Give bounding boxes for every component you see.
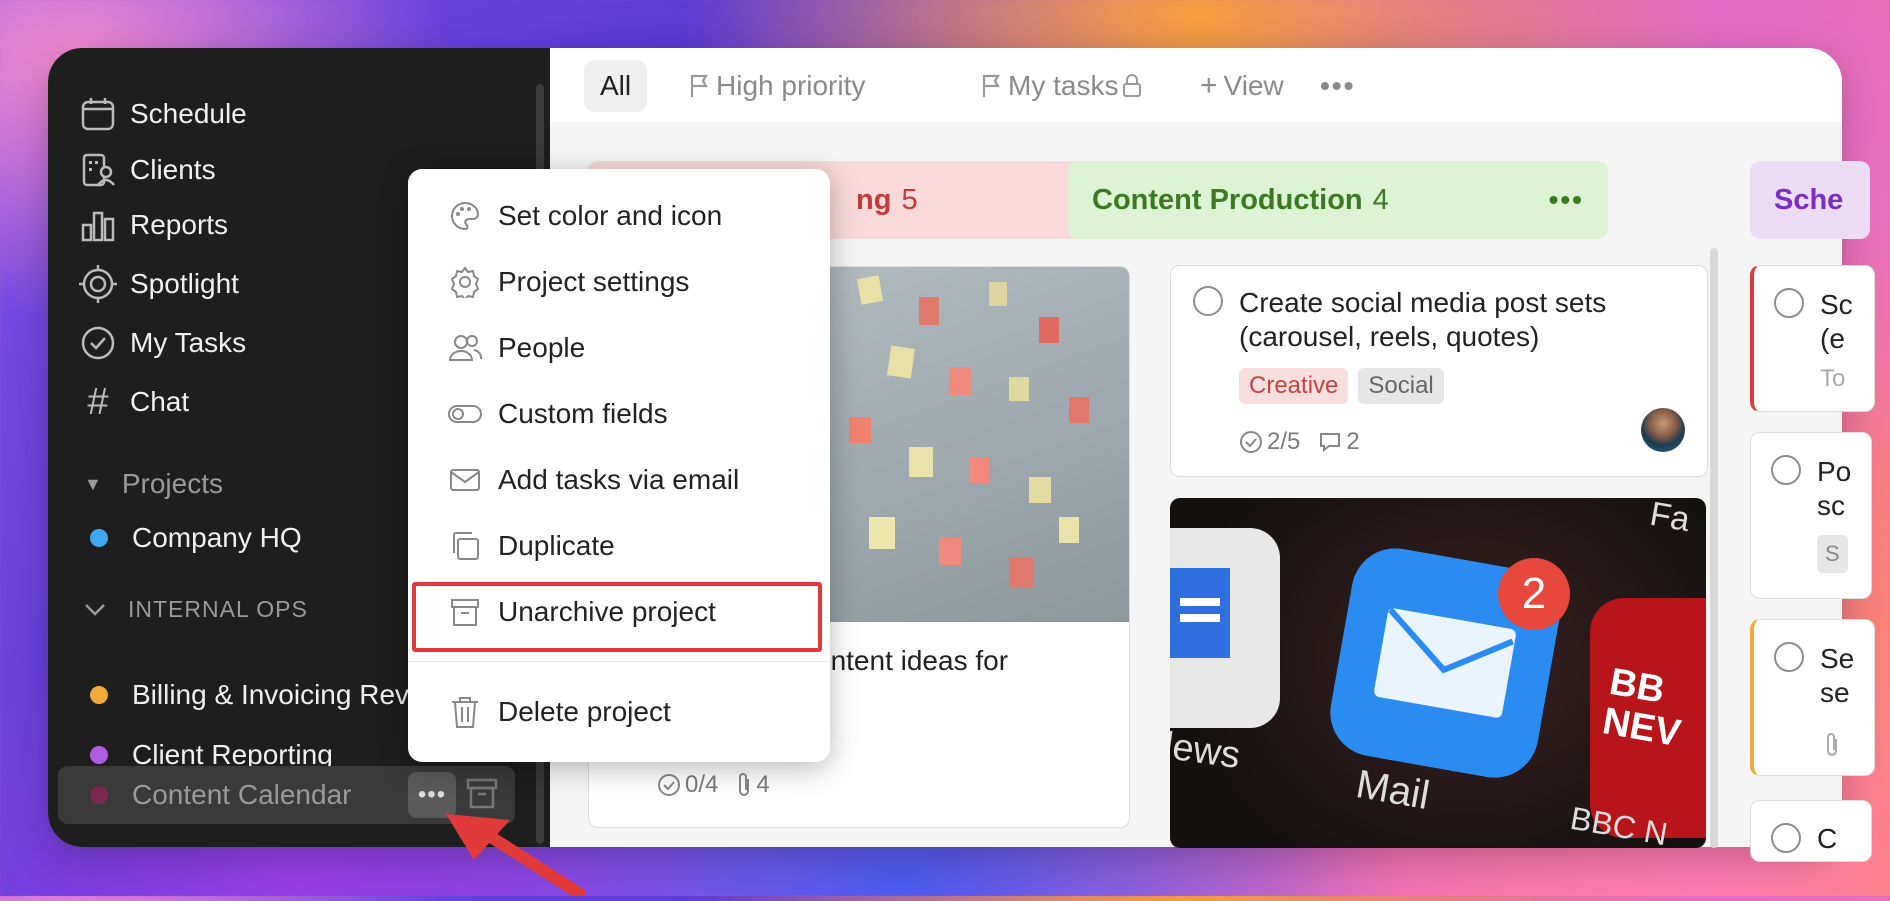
people-icon: [448, 331, 482, 365]
view-tabs-bar: All High priority My tasks + View •••: [550, 48, 1842, 123]
fa-label: Fa: [1647, 498, 1693, 540]
sidebar-item-chat[interactable]: # Chat: [78, 378, 189, 426]
project-context-menu: Set color and icon Project settings Peop…: [408, 169, 830, 762]
menu-item-custom-fields[interactable]: Custom fields: [448, 394, 668, 434]
trash-icon: [448, 695, 482, 729]
paperclip-icon: [1824, 732, 1840, 758]
sidebar-item-label: Reports: [130, 209, 229, 240]
hash-icon: #: [87, 380, 109, 423]
task-title: Create social media post sets (carousel,…: [1239, 287, 1607, 352]
card-meta: 0/4 4: [657, 771, 770, 799]
palette-icon: [448, 199, 482, 233]
menu-item-set-color-and-icon[interactable]: Set color and icon: [448, 196, 722, 236]
card-title: ontent ideas for: [815, 645, 1009, 676]
flag-icon: [688, 73, 710, 99]
column-scrollbar[interactable]: [1710, 248, 1718, 848]
menu-item-people[interactable]: People: [448, 328, 585, 368]
sidebar-item-reports[interactable]: Reports: [78, 201, 228, 249]
task-title: C: [1817, 823, 1838, 854]
add-view-button[interactable]: + View: [1200, 60, 1284, 112]
sidebar-item-label: Spotlight: [130, 268, 239, 299]
tag-creative[interactable]: Creative: [1239, 368, 1349, 404]
menu-divider: [408, 661, 830, 662]
task-title: Se se: [1820, 643, 1855, 708]
check-circle-icon: [78, 323, 118, 363]
lock-icon: [1122, 74, 1142, 98]
sidebar-item-spotlight[interactable]: Spotlight: [78, 260, 239, 308]
task-complete-checkbox[interactable]: [1193, 286, 1223, 316]
menu-item-add-tasks-via-email[interactable]: Add tasks via email: [448, 460, 739, 500]
flag-icon: [980, 73, 1002, 99]
task-card[interactable]: Se se: [1750, 619, 1875, 776]
card-meta: 2/5 2: [1239, 428, 1360, 456]
project-color-dot: [90, 686, 108, 704]
envelope-icon: [448, 463, 482, 497]
task-complete-checkbox[interactable]: [1774, 288, 1804, 318]
card-cover-image: 2 Mail lews BB NEV BBC N Fa: [1170, 498, 1706, 848]
sidebar-item-label: Schedule: [130, 98, 247, 129]
paperclip-icon: [736, 772, 752, 798]
triangle-down-icon: ▼: [84, 473, 102, 494]
duplicate-icon: [448, 529, 482, 563]
checklist-icon: [1239, 430, 1263, 454]
sidebar-item-clients[interactable]: Clients: [78, 146, 216, 194]
menu-item-delete-project[interactable]: Delete project: [448, 692, 671, 732]
project-item[interactable]: Content Calendar: [90, 773, 351, 817]
checklist-icon: [657, 773, 681, 797]
project-color-dot: [90, 786, 108, 804]
column-header[interactable]: Sche: [1750, 161, 1870, 239]
menu-item-duplicate[interactable]: Duplicate: [448, 526, 615, 566]
task-complete-checkbox[interactable]: [1771, 455, 1801, 485]
toggle-icon: [448, 397, 482, 431]
project-color-dot: [90, 746, 108, 764]
tab-high-priority[interactable]: High priority: [688, 60, 865, 112]
task-card[interactable]: Create social media post sets (carousel,…: [1170, 265, 1708, 477]
comment-icon: [1318, 430, 1342, 454]
tag-social[interactable]: Social: [1358, 368, 1444, 404]
highlight-box: [412, 582, 822, 652]
task-complete-checkbox[interactable]: [1774, 642, 1804, 672]
column-more-button[interactable]: •••: [1549, 184, 1584, 216]
menu-item-project-settings[interactable]: Project settings: [448, 262, 689, 302]
tab-my-tasks[interactable]: My tasks: [980, 60, 1142, 112]
mail-badge: 2: [1498, 558, 1570, 630]
tab-all[interactable]: All: [584, 60, 648, 112]
sidebar-item-label: Clients: [130, 154, 216, 185]
project-item[interactable]: Company HQ: [90, 516, 302, 560]
task-card[interactable]: Po sc S: [1750, 432, 1872, 599]
column-header[interactable]: Content Production 4 •••: [1068, 161, 1608, 239]
task-card[interactable]: C: [1750, 800, 1872, 862]
sidebar-item-label: My Tasks: [130, 327, 247, 358]
calendar-icon: [78, 94, 118, 134]
sidebar-item-my-tasks[interactable]: My Tasks: [78, 319, 246, 367]
project-item[interactable]: Billing & Invoicing Rev: [90, 673, 409, 717]
target-icon: [78, 264, 118, 304]
building-icon: [78, 150, 118, 190]
bbc-app-label: BB NEV: [1599, 660, 1684, 756]
group-section-header[interactable]: INTERNAL OPS: [84, 596, 308, 623]
sidebar-item-schedule[interactable]: Schedule: [78, 90, 247, 138]
sidebar-item-label: Chat: [130, 386, 190, 417]
chevron-down-icon: [84, 603, 106, 617]
bar-chart-icon: [78, 205, 118, 245]
archive-icon[interactable]: [466, 776, 498, 812]
project-color-dot: [90, 529, 108, 547]
task-card[interactable]: 2 Mail lews BB NEV BBC N Fa: [1170, 498, 1706, 848]
task-title: Sc (e To: [1820, 289, 1853, 392]
tabs-more-button[interactable]: •••: [1320, 60, 1355, 112]
plus-icon: +: [1200, 69, 1218, 102]
gear-icon: [448, 265, 482, 299]
pointer-arrow: [440, 808, 590, 900]
tag-list: Creative Social: [1239, 368, 1444, 404]
task-title: Po sc S: [1817, 455, 1851, 573]
projects-section-header[interactable]: ▼ Projects: [84, 468, 223, 500]
task-complete-checkbox[interactable]: [1771, 823, 1801, 853]
task-card[interactable]: Sc (e To: [1750, 265, 1875, 412]
avatar[interactable]: [1641, 408, 1685, 452]
